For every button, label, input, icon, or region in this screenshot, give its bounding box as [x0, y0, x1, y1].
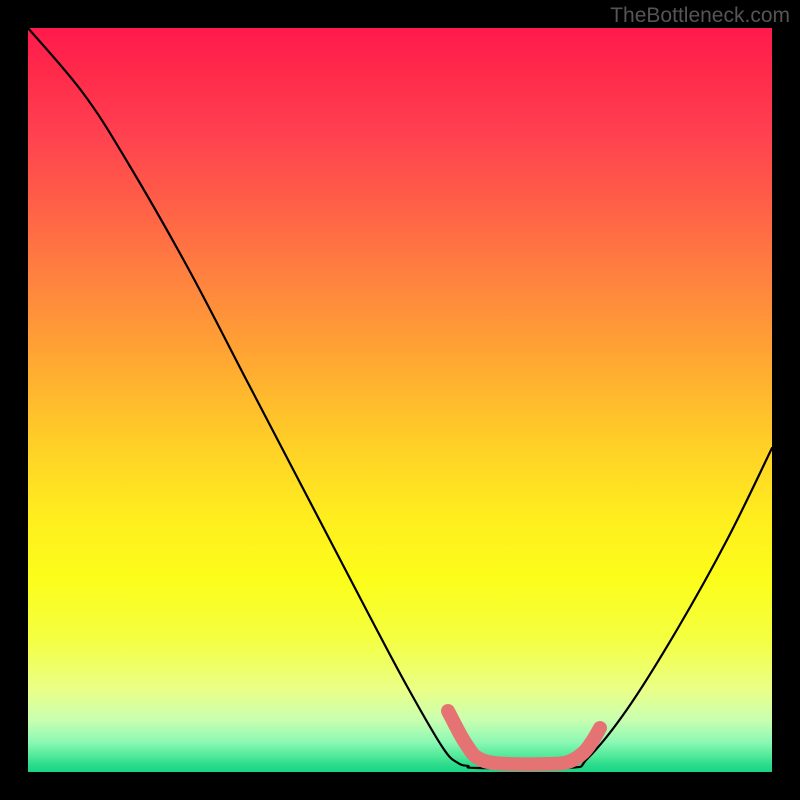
sweet-spot-highlight: [448, 711, 600, 764]
bottleneck-curve: [28, 28, 772, 769]
chart-svg: [28, 28, 772, 772]
watermark-text: TheBottleneck.com: [610, 4, 790, 28]
plot-area: [28, 28, 772, 772]
